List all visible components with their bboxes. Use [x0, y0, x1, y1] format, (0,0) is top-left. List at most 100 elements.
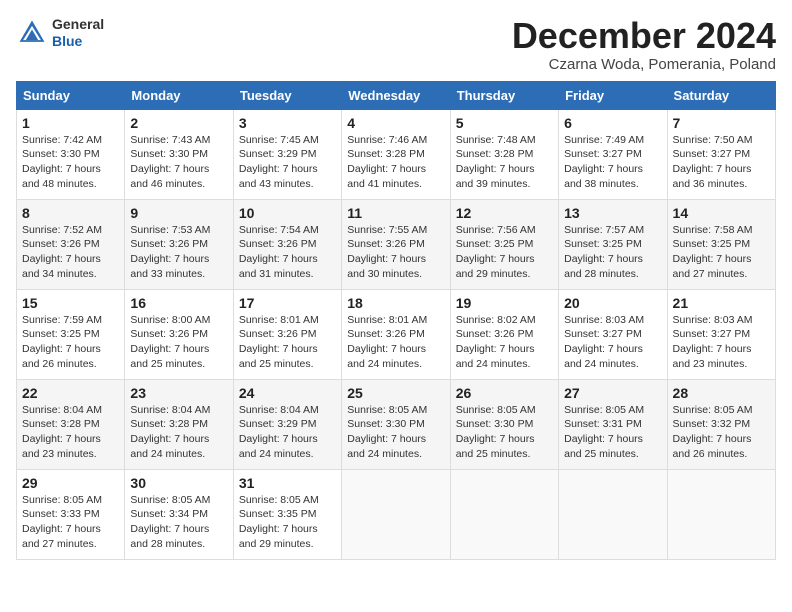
logo-general-text: General — [52, 16, 104, 33]
day-number: 30 — [130, 475, 227, 491]
day-detail: Sunrise: 7:59 AM Sunset: 3:25 PM Dayligh… — [22, 313, 119, 372]
day-detail: Sunrise: 7:45 AM Sunset: 3:29 PM Dayligh… — [239, 133, 336, 192]
day-detail: Sunrise: 8:05 AM Sunset: 3:33 PM Dayligh… — [22, 493, 119, 552]
calendar-cell: 17Sunrise: 8:01 AM Sunset: 3:26 PM Dayli… — [233, 289, 341, 379]
calendar-cell — [342, 469, 450, 559]
calendar-cell — [559, 469, 667, 559]
calendar-cell: 19 Sunrise: 8:02 AM Sunset: 3:26 PM Dayli… — [450, 289, 558, 379]
day-detail: Sunrise: 7:54 AM Sunset: 3:26 PM Dayligh… — [239, 223, 336, 282]
day-detail: Sunrise: 8:04 AM Sunset: 3:28 PM Dayligh… — [130, 403, 227, 462]
logo-blue-text: Blue — [52, 33, 104, 50]
calendar-cell: 6Sunrise: 7:49 AM Sunset: 3:27 PM Daylig… — [559, 109, 667, 199]
day-number: 26 — [456, 385, 553, 401]
col-wednesday: Wednesday — [342, 81, 450, 109]
day-detail: Sunrise: 8:05 AM Sunset: 3:31 PM Dayligh… — [564, 403, 661, 462]
calendar-cell — [450, 469, 558, 559]
day-number: 4 — [347, 115, 444, 131]
day-detail: Sunrise: 7:46 AM Sunset: 3:28 PM Dayligh… — [347, 133, 444, 192]
calendar-header: Sunday Monday Tuesday Wednesday Thursday… — [17, 81, 776, 109]
calendar-cell: 14 Sunrise: 7:58 AM Sunset: 3:25 PM Dayli… — [667, 199, 775, 289]
calendar-cell: 15Sunrise: 7:59 AM Sunset: 3:25 PM Dayli… — [17, 289, 125, 379]
col-monday: Monday — [125, 81, 233, 109]
day-number: 16 — [130, 295, 227, 311]
day-number: 13 — [564, 205, 661, 221]
day-number: 2 — [130, 115, 227, 131]
day-number: 19 — [456, 295, 553, 311]
calendar-cell: 26 Sunrise: 8:05 AM Sunset: 3:30 PM Dayli… — [450, 379, 558, 469]
calendar-week-5: 29 Sunrise: 8:05 AM Sunset: 3:33 PM Dayli… — [17, 469, 776, 559]
calendar-cell: 7 Sunrise: 7:50 AM Sunset: 3:27 PM Daylig… — [667, 109, 775, 199]
calendar-cell: 12 Sunrise: 7:56 AM Sunset: 3:25 PM Dayli… — [450, 199, 558, 289]
day-detail: Sunrise: 7:42 AM Sunset: 3:30 PM Dayligh… — [22, 133, 119, 192]
col-saturday: Saturday — [667, 81, 775, 109]
calendar-cell: 10 Sunrise: 7:54 AM Sunset: 3:26 PM Dayli… — [233, 199, 341, 289]
day-detail: Sunrise: 7:58 AM Sunset: 3:25 PM Dayligh… — [673, 223, 770, 282]
day-number: 5 — [456, 115, 553, 131]
calendar-cell: 22 Sunrise: 8:04 AM Sunset: 3:28 PM Dayli… — [17, 379, 125, 469]
calendar-cell: 23 Sunrise: 8:04 AM Sunset: 3:28 PM Dayli… — [125, 379, 233, 469]
calendar-cell: 4 Sunrise: 7:46 AM Sunset: 3:28 PM Daylig… — [342, 109, 450, 199]
day-detail: Sunrise: 8:05 AM Sunset: 3:34 PM Dayligh… — [130, 493, 227, 552]
calendar-cell — [667, 469, 775, 559]
day-number: 11 — [347, 205, 444, 221]
day-number: 12 — [456, 205, 553, 221]
day-number: 18 — [347, 295, 444, 311]
calendar-cell: 28 Sunrise: 8:05 AM Sunset: 3:32 PM Dayli… — [667, 379, 775, 469]
day-number: 20 — [564, 295, 661, 311]
day-number: 27 — [564, 385, 661, 401]
day-detail: Sunrise: 7:52 AM Sunset: 3:26 PM Dayligh… — [22, 223, 119, 282]
day-detail: Sunrise: 8:05 AM Sunset: 3:30 PM Dayligh… — [456, 403, 553, 462]
header-row: Sunday Monday Tuesday Wednesday Thursday… — [17, 81, 776, 109]
day-detail: Sunrise: 8:05 AM Sunset: 3:35 PM Dayligh… — [239, 493, 336, 552]
logo: General Blue — [16, 16, 104, 50]
day-detail: Sunrise: 8:05 AM Sunset: 3:32 PM Dayligh… — [673, 403, 770, 462]
day-detail: Sunrise: 8:02 AM Sunset: 3:26 PM Dayligh… — [456, 313, 553, 372]
calendar-week-4: 22 Sunrise: 8:04 AM Sunset: 3:28 PM Dayli… — [17, 379, 776, 469]
day-number: 29 — [22, 475, 119, 491]
day-number: 14 — [673, 205, 770, 221]
day-number: 10 — [239, 205, 336, 221]
day-number: 1 — [22, 115, 119, 131]
day-detail: Sunrise: 8:00 AM Sunset: 3:26 PM Dayligh… — [130, 313, 227, 372]
title-section: December 2024 Czarna Woda, Pomerania, Po… — [512, 16, 776, 73]
calendar-body: 1 Sunrise: 7:42 AM Sunset: 3:30 PM Daylig… — [17, 109, 776, 559]
calendar-title: December 2024 — [512, 16, 776, 56]
calendar-cell: 9Sunrise: 7:53 AM Sunset: 3:26 PM Daylig… — [125, 199, 233, 289]
calendar-subtitle: Czarna Woda, Pomerania, Poland — [512, 56, 776, 73]
calendar-cell: 13Sunrise: 7:57 AM Sunset: 3:25 PM Dayli… — [559, 199, 667, 289]
day-number: 23 — [130, 385, 227, 401]
day-detail: Sunrise: 8:04 AM Sunset: 3:28 PM Dayligh… — [22, 403, 119, 462]
day-detail: Sunrise: 7:50 AM Sunset: 3:27 PM Dayligh… — [673, 133, 770, 192]
logo-text: General Blue — [52, 16, 104, 50]
calendar-cell: 30 Sunrise: 8:05 AM Sunset: 3:34 PM Dayli… — [125, 469, 233, 559]
calendar-cell: 18 Sunrise: 8:01 AM Sunset: 3:26 PM Dayli… — [342, 289, 450, 379]
calendar-cell: 25Sunrise: 8:05 AM Sunset: 3:30 PM Dayli… — [342, 379, 450, 469]
day-number: 22 — [22, 385, 119, 401]
day-detail: Sunrise: 8:04 AM Sunset: 3:29 PM Dayligh… — [239, 403, 336, 462]
col-thursday: Thursday — [450, 81, 558, 109]
day-detail: Sunrise: 7:43 AM Sunset: 3:30 PM Dayligh… — [130, 133, 227, 192]
col-tuesday: Tuesday — [233, 81, 341, 109]
calendar-table: Sunday Monday Tuesday Wednesday Thursday… — [16, 81, 776, 560]
calendar-week-2: 8Sunrise: 7:52 AM Sunset: 3:26 PM Daylig… — [17, 199, 776, 289]
calendar-cell: 2 Sunrise: 7:43 AM Sunset: 3:30 PM Daylig… — [125, 109, 233, 199]
day-detail: Sunrise: 7:56 AM Sunset: 3:25 PM Dayligh… — [456, 223, 553, 282]
calendar-cell: 27 Sunrise: 8:05 AM Sunset: 3:31 PM Dayli… — [559, 379, 667, 469]
day-detail: Sunrise: 7:48 AM Sunset: 3:28 PM Dayligh… — [456, 133, 553, 192]
day-detail: Sunrise: 8:01 AM Sunset: 3:26 PM Dayligh… — [239, 313, 336, 372]
day-number: 9 — [130, 205, 227, 221]
day-detail: Sunrise: 8:01 AM Sunset: 3:26 PM Dayligh… — [347, 313, 444, 372]
day-number: 31 — [239, 475, 336, 491]
day-number: 6 — [564, 115, 661, 131]
day-number: 7 — [673, 115, 770, 131]
day-detail: Sunrise: 7:55 AM Sunset: 3:26 PM Dayligh… — [347, 223, 444, 282]
calendar-cell: 5 Sunrise: 7:48 AM Sunset: 3:28 PM Daylig… — [450, 109, 558, 199]
calendar-cell: 24Sunrise: 8:04 AM Sunset: 3:29 PM Dayli… — [233, 379, 341, 469]
day-number: 21 — [673, 295, 770, 311]
day-number: 28 — [673, 385, 770, 401]
col-friday: Friday — [559, 81, 667, 109]
calendar-cell: 11 Sunrise: 7:55 AM Sunset: 3:26 PM Dayli… — [342, 199, 450, 289]
calendar-cell: 20Sunrise: 8:03 AM Sunset: 3:27 PM Dayli… — [559, 289, 667, 379]
calendar-week-3: 15Sunrise: 7:59 AM Sunset: 3:25 PM Dayli… — [17, 289, 776, 379]
calendar-cell: 16 Sunrise: 8:00 AM Sunset: 3:26 PM Dayli… — [125, 289, 233, 379]
